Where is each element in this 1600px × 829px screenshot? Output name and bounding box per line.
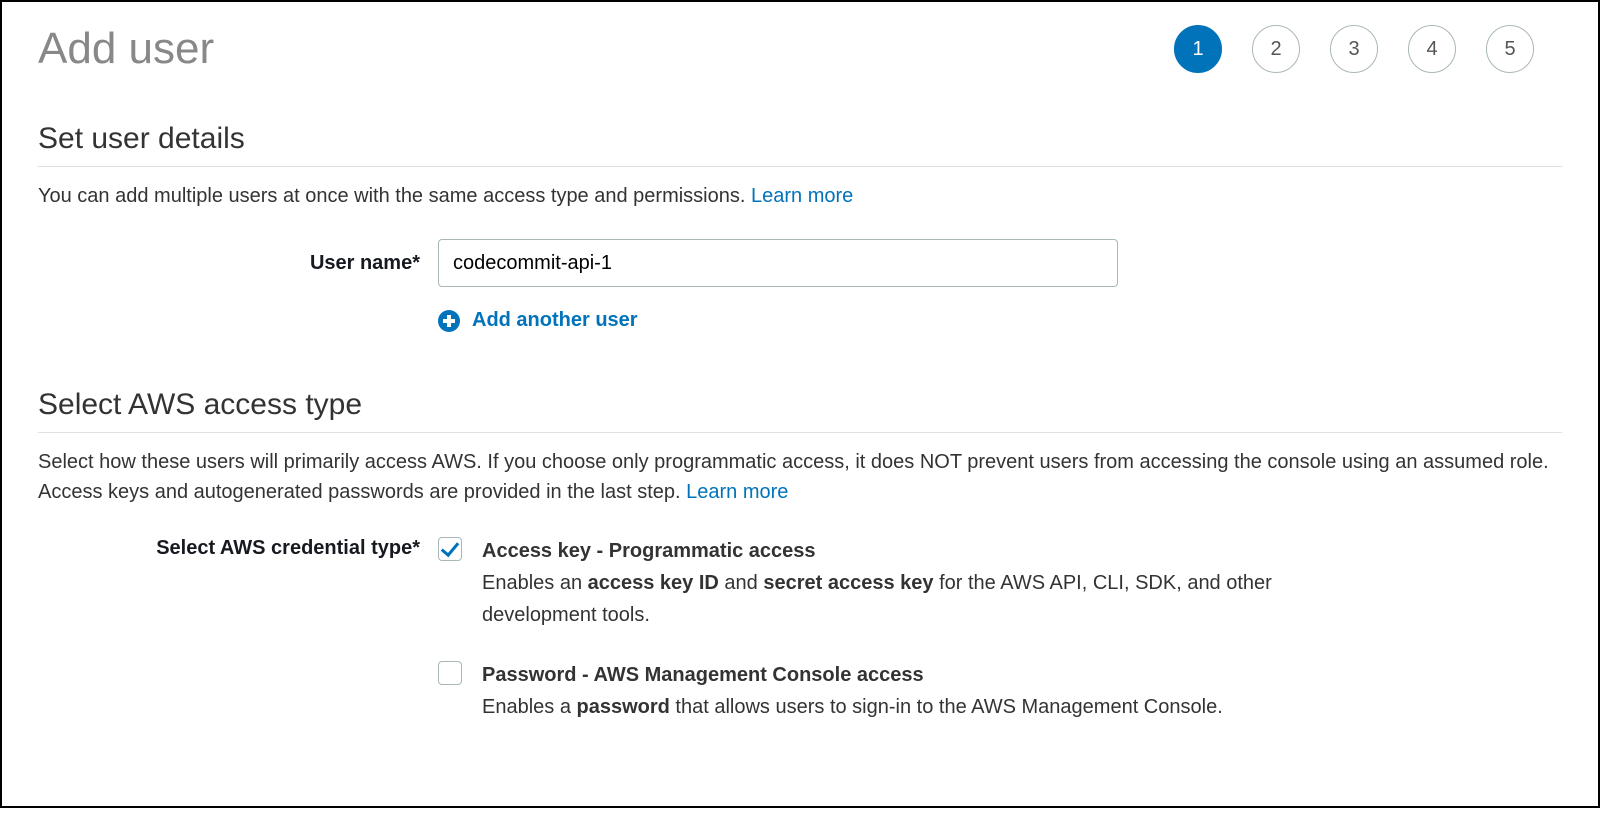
username-label: User name*	[38, 252, 438, 275]
option-console-title: Password - AWS Management Console access	[482, 659, 1223, 691]
username-input[interactable]	[438, 239, 1118, 287]
credential-type-row: Select AWS credential type* Access key -…	[38, 535, 1562, 751]
add-another-user-label: Add another user	[472, 309, 638, 332]
access-desc-text: Select how these users will primarily ac…	[38, 451, 1549, 503]
section-access-type: Select AWS access type Select how these …	[38, 388, 1562, 751]
section-desc-details: You can add multiple users at once with …	[38, 181, 1562, 211]
wizard-steps: 1 2 3 4 5	[1174, 25, 1534, 73]
add-another-user-button[interactable]: Add another user	[438, 309, 1562, 332]
plus-circle-icon	[438, 310, 460, 332]
section-user-details: Set user details You can add multiple us…	[38, 122, 1562, 332]
option-programmatic-access: Access key - Programmatic access Enables…	[438, 535, 1318, 631]
step-5[interactable]: 5	[1486, 25, 1534, 73]
learn-more-link-details[interactable]: Learn more	[751, 185, 853, 207]
header: Add user 1 2 3 4 5	[38, 24, 1562, 74]
step-1[interactable]: 1	[1174, 25, 1222, 73]
credential-type-label: Select AWS credential type*	[38, 535, 438, 560]
option-console-text: Password - AWS Management Console access…	[482, 659, 1223, 723]
step-3[interactable]: 3	[1330, 25, 1378, 73]
section-desc-access: Select how these users will primarily ac…	[38, 447, 1562, 507]
page-title: Add user	[38, 24, 214, 74]
step-2[interactable]: 2	[1252, 25, 1300, 73]
credential-options: Access key - Programmatic access Enables…	[438, 535, 1562, 751]
option-programmatic-text: Access key - Programmatic access Enables…	[482, 535, 1318, 631]
username-row: User name*	[38, 239, 1562, 287]
section-heading-details: Set user details	[38, 122, 1562, 167]
details-desc-text: You can add multiple users at once with …	[38, 185, 751, 207]
checkbox-programmatic-access[interactable]	[438, 537, 462, 561]
learn-more-link-access[interactable]: Learn more	[686, 481, 788, 503]
step-4[interactable]: 4	[1408, 25, 1456, 73]
checkbox-console-access[interactable]	[438, 661, 462, 685]
section-heading-access: Select AWS access type	[38, 388, 1562, 433]
option-programmatic-title: Access key - Programmatic access	[482, 535, 1318, 567]
option-console-access: Password - AWS Management Console access…	[438, 659, 1318, 723]
